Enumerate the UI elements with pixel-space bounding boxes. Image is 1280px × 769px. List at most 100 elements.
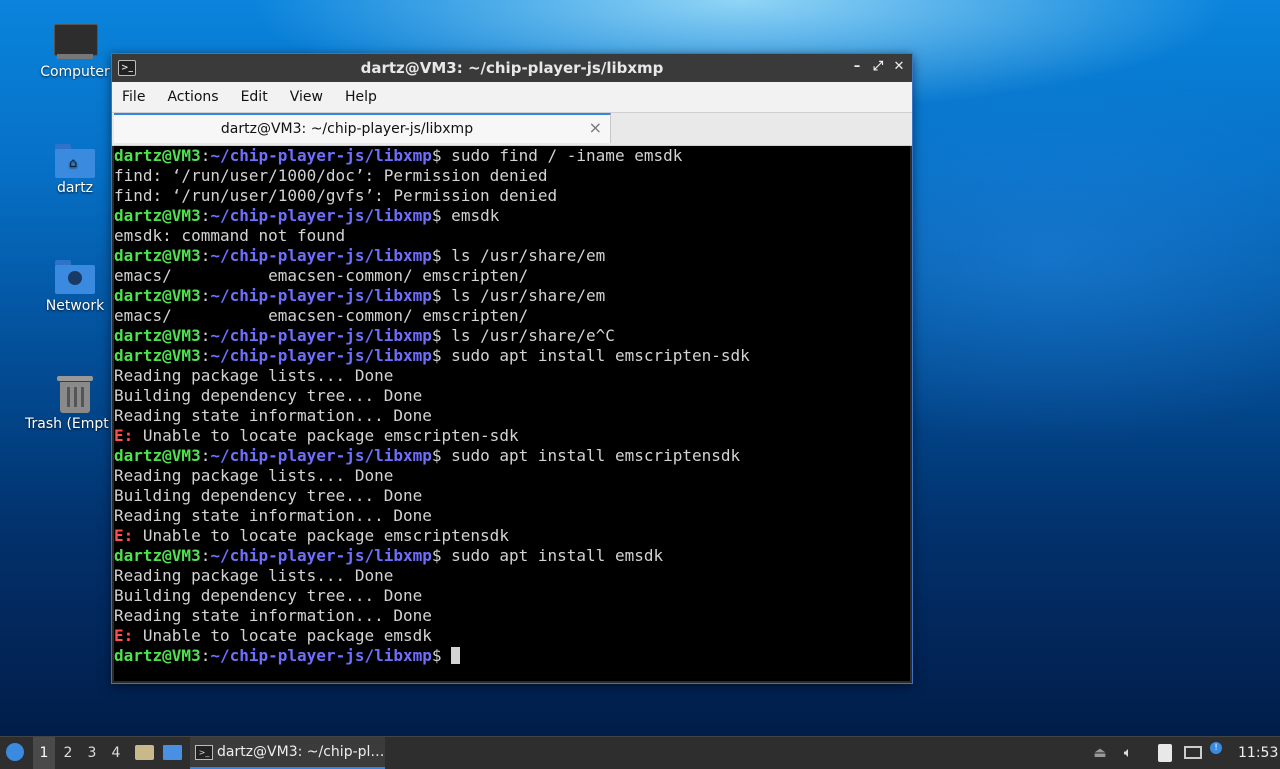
terminal-line: find: ‘/run/user/1000/gvfs’: Permission … <box>114 186 558 205</box>
prompt-user: dartz@VM3 <box>114 546 201 565</box>
command-text: ls /usr/share/e^C <box>441 326 615 345</box>
menu-file[interactable]: File <box>112 82 156 105</box>
desktop-icon-label: Network <box>45 298 105 314</box>
menu-view[interactable]: View <box>279 82 334 105</box>
terminal-line: dartz@VM3:~/chip-player-js/libxmp$ emsdk <box>114 206 500 225</box>
volume-icon[interactable]: 🔈︎ <box>1118 737 1138 769</box>
terminal-line: find: ‘/run/user/1000/doc’: Permission d… <box>114 166 548 185</box>
error-tag: E: <box>114 626 134 645</box>
desktop-icon-network[interactable]: Network <box>25 258 125 314</box>
taskbar-item-terminal[interactable]: >_ dartz@VM3: ~/chip-pl… <box>190 737 385 769</box>
tab-close-icon[interactable]: × <box>589 118 602 137</box>
taskbar-item-label: dartz@VM3: ~/chip-pl… <box>217 744 385 760</box>
minimize-button[interactable]: – <box>848 58 866 76</box>
error-message: Unable to locate package emscripten-sdk <box>133 426 519 445</box>
command-text: sudo apt install emscripten-sdk <box>441 346 750 365</box>
network-folder-icon <box>55 258 95 296</box>
error-message: Unable to locate package emsdk <box>133 626 432 645</box>
desktop-icon-label: Computer <box>40 64 110 80</box>
prompt-path: ~/chip-player-js/libxmp <box>210 546 432 565</box>
desktop-icon-trash[interactable]: Trash (Empty) <box>25 374 125 432</box>
terminal-line: emsdk: command not found <box>114 226 346 245</box>
desktop-icon-label: Trash (Empty) <box>25 416 109 432</box>
eject-icon[interactable]: ⏏ <box>1092 737 1108 769</box>
error-tag: E: <box>114 526 134 545</box>
desktop-icon-label: dartz <box>56 180 94 196</box>
terminal-line: E: Unable to locate package emscriptensd… <box>114 526 910 546</box>
notification-icon[interactable]: ! <box>1209 737 1225 769</box>
prompt-user: dartz@VM3 <box>114 206 201 225</box>
terminal-line: Building dependency tree... Done <box>114 486 423 505</box>
start-menu-icon[interactable] <box>4 737 28 769</box>
prompt-path: ~/chip-player-js/libxmp <box>210 286 432 305</box>
command-text: sudo find / -iname emsdk <box>441 146 683 165</box>
prompt-user: dartz@VM3 <box>114 286 201 305</box>
tab-label: dartz@VM3: ~/chip-player-js/libxmp <box>220 121 474 137</box>
terminal-line: Reading package lists... Done <box>114 366 394 385</box>
terminal-line: E: Unable to locate package emsdk <box>114 626 910 646</box>
prompt-user: dartz@VM3 <box>114 346 201 365</box>
network-icon[interactable] <box>1182 737 1204 769</box>
menu-actions[interactable]: Actions <box>156 82 229 105</box>
maximize-button[interactable]: ⤢ <box>869 58 887 76</box>
clock[interactable]: 11:53 <box>1238 737 1278 769</box>
prompt-path: ~/chip-player-js/libxmp <box>210 146 432 165</box>
clipboard-icon[interactable] <box>1156 737 1174 769</box>
desktop-icon-computer[interactable]: Computer <box>25 22 125 80</box>
command-text: ls /usr/share/em <box>441 246 606 265</box>
terminal-line: Reading state information... Done <box>114 606 432 625</box>
terminal-window[interactable]: >_ dartz@VM3: ~/chip-player-js/libxmp – … <box>111 53 913 684</box>
prompt-path: ~/chip-player-js/libxmp <box>210 246 432 265</box>
workspace-4[interactable]: 4 <box>105 737 127 769</box>
error-tag: E: <box>114 426 134 445</box>
terminal-tab[interactable]: dartz@VM3: ~/chip-player-js/libxmp × <box>114 113 611 143</box>
terminal-line: dartz@VM3:~/chip-player-js/libxmp$ sudo … <box>114 546 664 565</box>
terminal-line: E: Unable to locate package emscripten-s… <box>114 426 910 446</box>
tab-bar: dartz@VM3: ~/chip-player-js/libxmp × <box>112 113 912 146</box>
command-text: sudo apt install emscriptensdk <box>441 446 741 465</box>
terminal-line: dartz@VM3:~/chip-player-js/libxmp$ ls /u… <box>114 246 606 265</box>
terminal-line: dartz@VM3:~/chip-player-js/libxmp$ ls /u… <box>114 326 615 345</box>
file-manager-launcher-icon[interactable] <box>134 737 156 769</box>
prompt-path: ~/chip-player-js/libxmp <box>210 206 432 225</box>
window-titlebar[interactable]: >_ dartz@VM3: ~/chip-player-js/libxmp – … <box>112 54 912 82</box>
error-message: Unable to locate package emscriptensdk <box>133 526 509 545</box>
home-folder-icon: ⌂ <box>55 142 95 178</box>
terminal-line: emacs/ emacsen-common/ emscripten/ <box>114 306 529 325</box>
command-text: ls /usr/share/em <box>441 286 606 305</box>
terminal-line: Building dependency tree... Done <box>114 386 423 405</box>
prompt-path: ~/chip-player-js/libxmp <box>210 446 432 465</box>
workspace-1[interactable]: 1 <box>33 737 55 769</box>
terminal-line: dartz@VM3:~/chip-player-js/libxmp$ <box>114 646 910 666</box>
trash-icon <box>57 374 93 414</box>
computer-icon <box>54 22 98 62</box>
prompt-user: dartz@VM3 <box>114 146 201 165</box>
prompt-user: dartz@VM3 <box>114 326 201 345</box>
terminal-line: Reading state information... Done <box>114 406 432 425</box>
terminal-output[interactable]: dartz@VM3:~/chip-player-js/libxmp$ sudo … <box>114 146 910 681</box>
prompt-user: dartz@VM3 <box>114 446 201 465</box>
prompt-user: dartz@VM3 <box>114 246 201 265</box>
menu-bar: File Actions Edit View Help <box>112 82 912 113</box>
close-window-button[interactable]: ✕ <box>890 58 908 76</box>
terminal-line: dartz@VM3:~/chip-player-js/libxmp$ ls /u… <box>114 286 606 305</box>
terminal-line: Building dependency tree... Done <box>114 586 423 605</box>
workspace-3[interactable]: 3 <box>81 737 103 769</box>
workspace-2[interactable]: 2 <box>57 737 79 769</box>
prompt-path: ~/chip-player-js/libxmp <box>210 346 432 365</box>
terminal-line: dartz@VM3:~/chip-player-js/libxmp$ sudo … <box>114 146 683 165</box>
show-desktop-icon[interactable] <box>162 737 184 769</box>
desktop-icon-dartz[interactable]: ⌂ dartz <box>25 142 125 196</box>
prompt-user: dartz@VM3 <box>114 646 201 665</box>
command-text <box>442 646 452 665</box>
window-title: dartz@VM3: ~/chip-player-js/libxmp <box>360 59 664 77</box>
taskbar: 1 2 3 4 >_ dartz@VM3: ~/chip-pl… ⏏ 🔈︎ ! … <box>0 736 1280 769</box>
menu-help[interactable]: Help <box>334 82 388 105</box>
terminal-line: Reading package lists... Done <box>114 466 394 485</box>
prompt-path: ~/chip-player-js/libxmp <box>210 646 432 665</box>
terminal-line: dartz@VM3:~/chip-player-js/libxmp$ sudo … <box>114 446 741 465</box>
command-text: emsdk <box>441 206 500 225</box>
menu-edit[interactable]: Edit <box>230 82 279 105</box>
terminal-line: dartz@VM3:~/chip-player-js/libxmp$ sudo … <box>114 346 750 365</box>
terminal-line: Reading package lists... Done <box>114 566 394 585</box>
